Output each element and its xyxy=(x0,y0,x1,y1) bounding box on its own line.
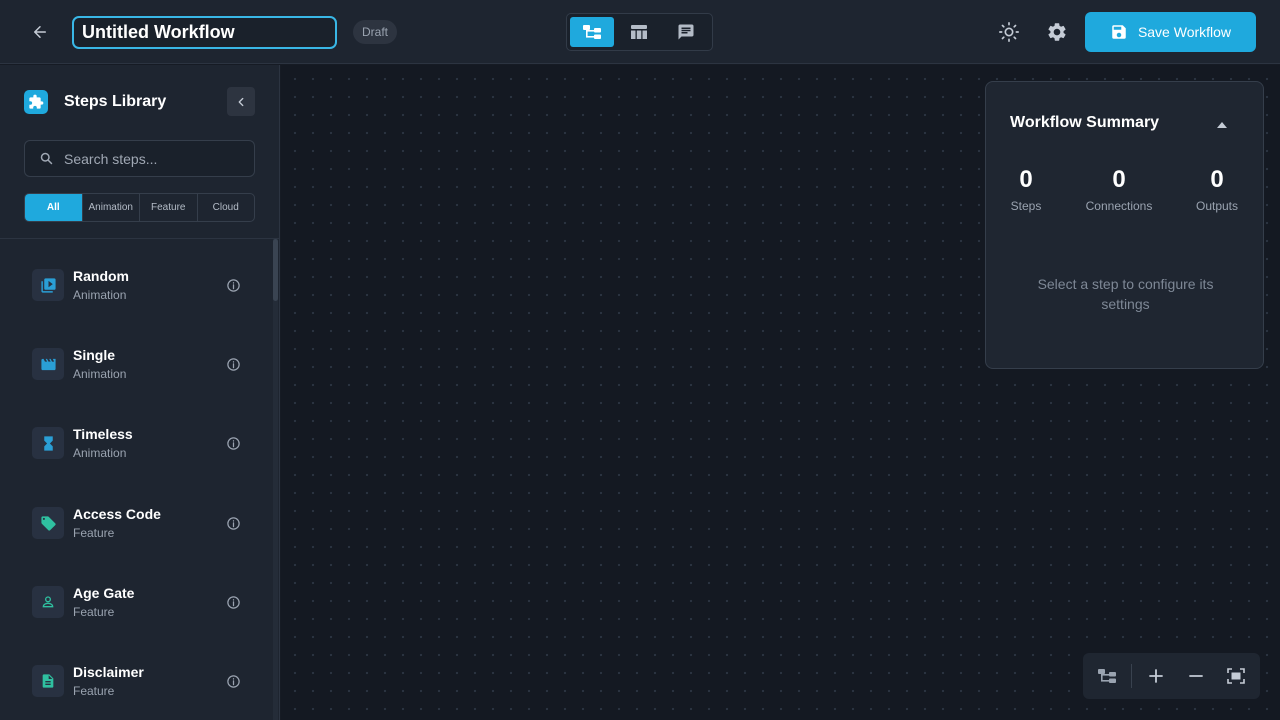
auto-layout-icon xyxy=(1098,669,1116,683)
summary-hint: Select a step to configure its settings xyxy=(1037,276,1214,312)
step-name: Random xyxy=(73,267,129,284)
flow-tree-icon xyxy=(583,25,601,39)
theme-toggle-button[interactable] xyxy=(995,18,1023,46)
person-icon xyxy=(32,586,64,618)
steps-library-sidebar: Steps Library All Animation Feature Clou… xyxy=(0,65,280,720)
step-category: Animation xyxy=(73,287,127,302)
status-badge: Draft xyxy=(353,20,398,44)
hourglass-icon xyxy=(32,427,64,459)
step-name: Single xyxy=(73,346,116,363)
view-flow-button[interactable] xyxy=(570,17,614,47)
step-item-access-code[interactable]: Access Code Feature xyxy=(32,501,242,545)
zoom-in-button[interactable] xyxy=(1136,656,1176,696)
workflow-title-input[interactable] xyxy=(72,16,337,49)
search-icon xyxy=(40,152,53,165)
stat-value: 0 xyxy=(1019,166,1033,193)
save-workflow-button[interactable]: Save Workflow xyxy=(1085,12,1256,52)
library-title: Steps Library xyxy=(64,93,167,110)
top-bar: Draft Save Workflow xyxy=(0,0,1280,64)
caret-up-icon xyxy=(1217,122,1227,128)
document-icon xyxy=(32,665,64,697)
step-item-timeless[interactable]: Timeless Animation xyxy=(32,421,242,465)
chat-icon xyxy=(678,24,694,40)
info-icon[interactable] xyxy=(224,434,242,452)
stat-outputs: 0 Outputs xyxy=(1190,165,1244,213)
back-button[interactable] xyxy=(26,18,54,46)
fit-view-button[interactable] xyxy=(1216,656,1256,696)
step-item-random[interactable]: Random Animation xyxy=(32,263,242,307)
step-category: Feature xyxy=(73,604,115,619)
library-header: Steps Library xyxy=(24,90,166,114)
filter-tab-all[interactable]: All xyxy=(25,194,83,221)
tag-icon xyxy=(32,507,64,539)
save-button-label: Save Workflow xyxy=(1137,24,1232,40)
stat-value: 0 xyxy=(1112,166,1126,193)
auto-layout-button[interactable] xyxy=(1087,656,1127,696)
search-box xyxy=(24,140,255,177)
info-icon[interactable] xyxy=(224,355,242,373)
view-chat-button[interactable] xyxy=(664,17,708,47)
search-steps-input[interactable] xyxy=(64,150,244,167)
step-item-disclaimer[interactable]: Disclaimer Feature xyxy=(32,659,242,703)
zoom-in-icon xyxy=(1149,669,1163,683)
puzzle-icon xyxy=(24,90,48,114)
filter-tab-feature[interactable]: Feature xyxy=(140,194,198,221)
sidebar-scrollbar[interactable] xyxy=(273,239,278,720)
stat-label: Steps xyxy=(1010,199,1042,213)
collapse-summary-button[interactable] xyxy=(1212,115,1232,135)
video-library-icon xyxy=(32,269,64,301)
scrollbar-thumb[interactable] xyxy=(273,239,278,301)
step-category: Animation xyxy=(73,445,127,460)
info-icon[interactable] xyxy=(224,672,242,690)
collapse-sidebar-button[interactable] xyxy=(227,87,255,116)
stat-steps: 0 Steps xyxy=(1005,165,1047,213)
view-mode-toggle xyxy=(566,13,713,51)
category-filter-tabs: All Animation Feature Cloud xyxy=(24,193,255,222)
arrow-left-icon xyxy=(34,26,46,38)
table-icon xyxy=(631,25,647,39)
info-icon[interactable] xyxy=(224,514,242,532)
step-item-single[interactable]: Single Animation xyxy=(32,342,242,386)
info-icon[interactable] xyxy=(224,593,242,611)
filter-tab-animation[interactable]: Animation xyxy=(83,194,140,221)
canvas-zoom-controls xyxy=(1083,653,1260,699)
filter-tab-cloud[interactable]: Cloud xyxy=(198,194,255,221)
fit-view-icon xyxy=(1227,668,1245,684)
stat-label: Connections xyxy=(1085,199,1153,213)
zoom-out-icon xyxy=(1189,675,1203,677)
step-name: Timeless xyxy=(73,425,133,442)
zoom-out-button[interactable] xyxy=(1176,656,1216,696)
stat-connections: 0 Connections xyxy=(1078,165,1160,213)
stat-label: Outputs xyxy=(1195,199,1239,213)
step-name: Disclaimer xyxy=(73,663,144,680)
step-name: Age Gate xyxy=(73,584,135,601)
step-category: Feature xyxy=(73,525,115,540)
info-icon[interactable] xyxy=(224,276,242,294)
settings-button[interactable] xyxy=(1043,18,1071,46)
stat-value: 0 xyxy=(1210,166,1224,193)
step-category: Feature xyxy=(73,683,115,698)
clapperboard-icon xyxy=(32,348,64,380)
chevron-left-icon xyxy=(238,97,244,106)
sun-icon xyxy=(999,22,1019,42)
workflow-summary-panel: Workflow Summary 0 Steps 0 Connections 0… xyxy=(985,81,1264,369)
divider xyxy=(0,238,279,239)
gear-icon xyxy=(1048,23,1066,41)
divider xyxy=(1131,664,1132,688)
view-table-button[interactable] xyxy=(617,17,661,47)
floppy-disk-icon xyxy=(1112,25,1126,39)
step-name: Access Code xyxy=(73,505,161,522)
summary-title: Workflow Summary xyxy=(1010,114,1160,131)
step-item-age-gate[interactable]: Age Gate Feature xyxy=(32,580,242,624)
step-category: Animation xyxy=(73,366,127,381)
